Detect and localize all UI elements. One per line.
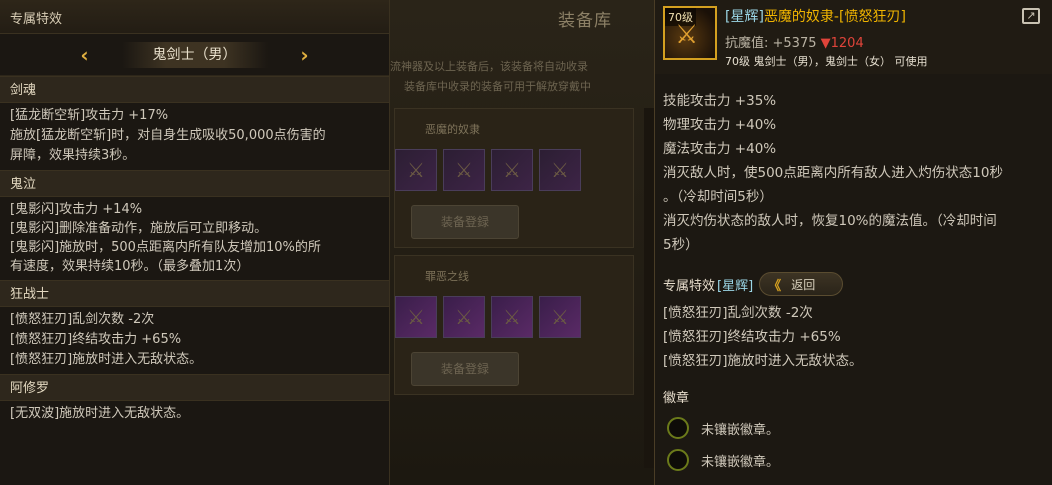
exclusive-tag: [星辉] <box>717 278 754 294</box>
storage-group-label: 罪恶之线 <box>425 270 469 283</box>
panel-title: 专属特效 <box>0 0 389 34</box>
storage-group-label: 恶魔的奴隶 <box>425 123 480 136</box>
equipment-slot[interactable]: ⚔ <box>395 296 437 338</box>
exclusive-effect-list: [愤怒狂刃]乱剑次数 -2次 [愤怒狂刃]终结攻击力 +65% [愤怒狂刃]施放… <box>655 297 1052 373</box>
storage-notice-line2: 装备库中收录的装备可用于解放穿戴中 <box>404 80 591 93</box>
effect-line: [无双波]施放时进入无敌状态。 <box>10 406 190 421</box>
equipment-slot[interactable]: ⚔ <box>539 149 581 191</box>
emblem-socket-icon <box>667 449 689 471</box>
chevron-right-icon[interactable]: › <box>294 43 316 67</box>
resist-label: 抗魔值: +5375 <box>725 36 817 51</box>
exclusive-line: [愤怒狂刃]终结攻击力 +65% <box>663 329 841 345</box>
stat-line: 魔法攻击力 +40% <box>663 141 777 157</box>
effect-section-0: 剑魂 [猛龙断空斩]攻击力 +17% 施放[猛龙断空斩]时，对自身生成吸收50,… <box>0 76 389 170</box>
effect-line: [愤怒狂刃]施放时进入无敌状态。 <box>10 352 203 367</box>
storage-title: 装备库 <box>558 11 612 31</box>
item-tooltip-panel: 70级 ⚔ [星辉]恶魔的奴隶-[愤怒狂刃] 抗魔值: +5375 ▼1204 … <box>654 0 1052 485</box>
item-icon: 70级 ⚔ <box>663 6 717 60</box>
weapon-icon: ⚔ <box>551 158 569 182</box>
back-button[interactable]: 《 返回 <box>759 272 844 296</box>
stat-line: 消灭敌人时，使500点距离内所有敌人进入灼伤状态10秒 <box>663 165 1003 181</box>
equipment-slot[interactable]: ⚔ <box>443 149 485 191</box>
weapon-icon: ⚔ <box>455 158 473 182</box>
exclusive-line: [愤怒狂刃]施放时进入无敌状态。 <box>663 353 863 369</box>
resist-value: 抗魔值: +5375 ▼1204 <box>725 32 864 51</box>
resist-change: ▼1204 <box>820 36 864 51</box>
weapon-icon: ⚔ <box>503 305 521 329</box>
equipment-storage-background: 装备库 流神器及以上装备后，该装备将自动收录 装备库中收录的装备可用于解放穿戴中… <box>390 0 660 485</box>
item-name-tag: [星辉] <box>725 9 764 25</box>
storage-group-2: 罪恶之线 ⚔ ⚔ ⚔ ⚔ 装备登録 <box>394 255 634 395</box>
stat-line: 物理攻击力 +40% <box>663 117 777 133</box>
effect-line: [愤怒狂刃]终结攻击力 +65% <box>10 332 182 347</box>
effect-line: [鬼影闪]删除准备动作，施放后可立即移动。 <box>10 221 268 236</box>
item-stats: 技能攻击力 +35% 物理攻击力 +40% 魔法攻击力 +40% 消灭敌人时，使… <box>655 74 1052 257</box>
weapon-icon: ⚔ <box>407 158 425 182</box>
stat-line: 5秒） <box>663 237 699 253</box>
effect-line: [愤怒狂刃]乱剑次数 -2次 <box>10 312 155 327</box>
effect-section-1: 鬼泣 [鬼影闪]攻击力 +14% [鬼影闪]删除准备动作，施放后可立即移动。 [… <box>0 170 389 280</box>
item-name: [星辉]恶魔的奴隶-[愤怒狂刃] <box>725 6 906 26</box>
equipment-slot[interactable]: ⚔ <box>395 149 437 191</box>
emblem-title: 徽章 <box>663 391 690 406</box>
equipment-slot[interactable]: ⚔ <box>443 296 485 338</box>
weapon-icon: ⚔ <box>455 305 473 329</box>
back-button-label: 返回 <box>791 277 816 292</box>
exclusive-line: [愤怒狂刃]乱剑次数 -2次 <box>663 305 813 321</box>
exclusive-effects-panel: 专属特效 ‹ 鬼剑士（男） › 剑魂 [猛龙断空斩]攻击力 +17% 施放[猛龙… <box>0 0 390 485</box>
item-header: 70级 ⚔ [星辉]恶魔的奴隶-[愤怒狂刃] 抗魔值: +5375 ▼1204 … <box>655 0 1052 74</box>
weapon-icon: ⚔ <box>551 305 569 329</box>
emblem-slot[interactable]: 未镶嵌徽章。 <box>655 416 1052 440</box>
effect-line: 施放[猛龙断空斩]时，对自身生成吸收50,000点伤害的 <box>10 128 326 143</box>
emblem-slot-label: 未镶嵌徽章。 <box>701 422 780 438</box>
section-title: 狂战士 <box>0 280 389 307</box>
current-class: 鬼剑士（男） <box>121 41 268 68</box>
effect-section-2: 狂战士 [愤怒狂刃]乱剑次数 -2次 [愤怒狂刃]终结攻击力 +65% [愤怒狂… <box>0 280 389 374</box>
storage-group-1: 恶魔的奴隶 ⚔ ⚔ ⚔ ⚔ 装备登録 <box>394 108 634 248</box>
emblem-slot[interactable]: 未镶嵌徽章。 <box>655 448 1052 472</box>
register-equipment-button[interactable]: 装备登録 <box>411 352 519 386</box>
equipment-slot[interactable]: ⚔ <box>491 149 533 191</box>
equipment-slot[interactable]: ⚔ <box>539 296 581 338</box>
usable-classes: 70级 鬼剑士（男），鬼剑士（女） 可使用 <box>725 55 928 68</box>
section-title: 鬼泣 <box>0 170 389 197</box>
stat-line: 技能攻击力 +35% <box>663 93 777 109</box>
weapon-icon: ⚔ <box>675 20 699 50</box>
register-equipment-button[interactable]: 装备登録 <box>411 205 519 239</box>
effect-line: [鬼影闪]攻击力 +14% <box>10 202 143 217</box>
item-name-text: 恶魔的奴隶-[愤怒狂刃] <box>763 9 906 25</box>
exclusive-label: 专属特效 <box>663 278 716 294</box>
effect-line: [猛龙断空斩]攻击力 +17% <box>10 108 169 123</box>
storage-notice-line1: 流神器及以上装备后，该装备将自动收录 <box>390 60 588 73</box>
stat-line: 。（冷却时间5秒） <box>663 189 773 205</box>
effect-section-3: 阿修罗 [无双波]施放时进入无敌状态。 <box>0 374 389 428</box>
effect-line: [鬼影闪]施放时，500点距离内所有队友增加10%的所 <box>10 240 321 255</box>
effect-line: 屏障，效果持续3秒。 <box>10 148 136 163</box>
stat-line: 消灭灼伤状态的敌人时，恢复10%的魔法值。（冷却时间 <box>663 213 997 229</box>
weapon-icon: ⚔ <box>503 158 521 182</box>
effect-line: 有速度，效果持续10秒。（最多叠加1次） <box>10 259 250 274</box>
weapon-icon: ⚔ <box>407 305 425 329</box>
emblem-slot-label: 未镶嵌徽章。 <box>701 454 780 470</box>
share-icon[interactable]: ↗ <box>1022 8 1040 24</box>
section-title: 阿修罗 <box>0 374 389 401</box>
exclusive-effect-header: 专属特效 [星辉] 《 返回 <box>655 271 1052 297</box>
chevron-left-icon[interactable]: ‹ <box>74 43 96 67</box>
emblem-socket-icon <box>667 417 689 439</box>
double-chevron-left-icon: 《 <box>768 278 782 294</box>
section-title: 剑魂 <box>0 76 389 103</box>
class-selector: ‹ 鬼剑士（男） › <box>0 34 389 76</box>
equipment-slot[interactable]: ⚔ <box>491 296 533 338</box>
